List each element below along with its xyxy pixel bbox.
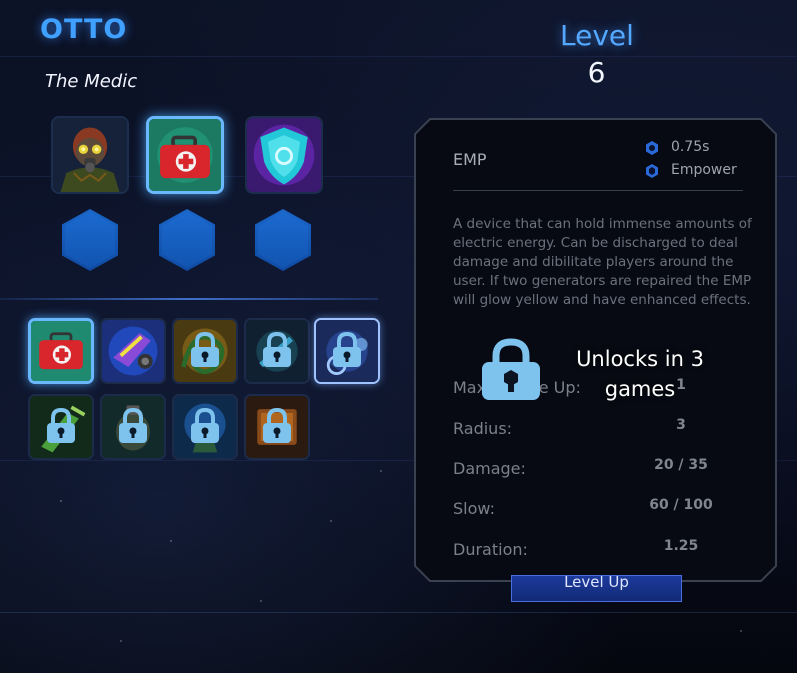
- star: [120, 640, 122, 642]
- gas-mask-medic-portrait[interactable]: [51, 116, 129, 194]
- stat-value: 1.25: [663, 538, 699, 554]
- talent-slot[interactable]: [159, 209, 215, 271]
- stat-label: Slow:: [453, 499, 495, 518]
- stat-value: 3: [676, 417, 686, 433]
- medkit-ability-icon[interactable]: [28, 318, 94, 384]
- large-lock-icon: [482, 338, 540, 400]
- tesla-coil-ability-icon[interactable]: [172, 394, 238, 460]
- hero-role: The Medic: [45, 71, 138, 92]
- section-divider: [0, 298, 378, 300]
- energy-shield-icon: [247, 118, 321, 192]
- stat-value: 60 / 100: [649, 497, 713, 513]
- emitter-gun-ability-icon[interactable]: [100, 318, 166, 384]
- empower-icon: [644, 163, 660, 179]
- gas-mask-medic-icon: [53, 118, 127, 192]
- ability-name: EMP: [453, 150, 487, 169]
- stat-value: 20 / 35: [654, 457, 708, 473]
- star: [60, 500, 62, 502]
- level-up-button[interactable]: Level Up: [511, 575, 682, 602]
- star: [330, 520, 332, 522]
- stat-label: Damage:: [453, 459, 526, 478]
- green-syringe-ability-icon[interactable]: [28, 394, 94, 460]
- level-value: 6: [587, 56, 606, 89]
- scanline: [0, 612, 797, 613]
- emp-ability-icon[interactable]: [314, 318, 380, 384]
- star: [740, 630, 742, 632]
- medkit-icon: [149, 119, 221, 191]
- stat-label: Radius:: [453, 419, 513, 438]
- star: [170, 540, 172, 542]
- shock-device-ability-icon[interactable]: [244, 318, 310, 384]
- coiled-cable-ability-icon[interactable]: [172, 318, 238, 384]
- grenade-ability-icon[interactable]: [100, 394, 166, 460]
- energy-shield-portrait[interactable]: [245, 116, 323, 194]
- hero-name: OTTO: [40, 14, 128, 45]
- ability-description: A device that can hold immense amounts o…: [453, 216, 752, 308]
- crate-ability-icon[interactable]: [244, 394, 310, 460]
- talent-slot[interactable]: [255, 209, 311, 271]
- stat-label: Duration:: [453, 540, 528, 559]
- medkit-portrait[interactable]: [146, 116, 224, 194]
- ability-cooldown: 0.75s: [671, 139, 710, 155]
- cooldown-icon: [644, 140, 660, 156]
- ability-type: Empower: [671, 162, 737, 178]
- talent-slot[interactable]: [62, 209, 118, 271]
- unlock-message: Unlocks in 3 games: [576, 347, 704, 401]
- star: [260, 600, 262, 602]
- scanline: [0, 56, 797, 57]
- star: [380, 470, 382, 472]
- level-label: Level: [560, 19, 634, 52]
- panel-divider: [453, 190, 743, 191]
